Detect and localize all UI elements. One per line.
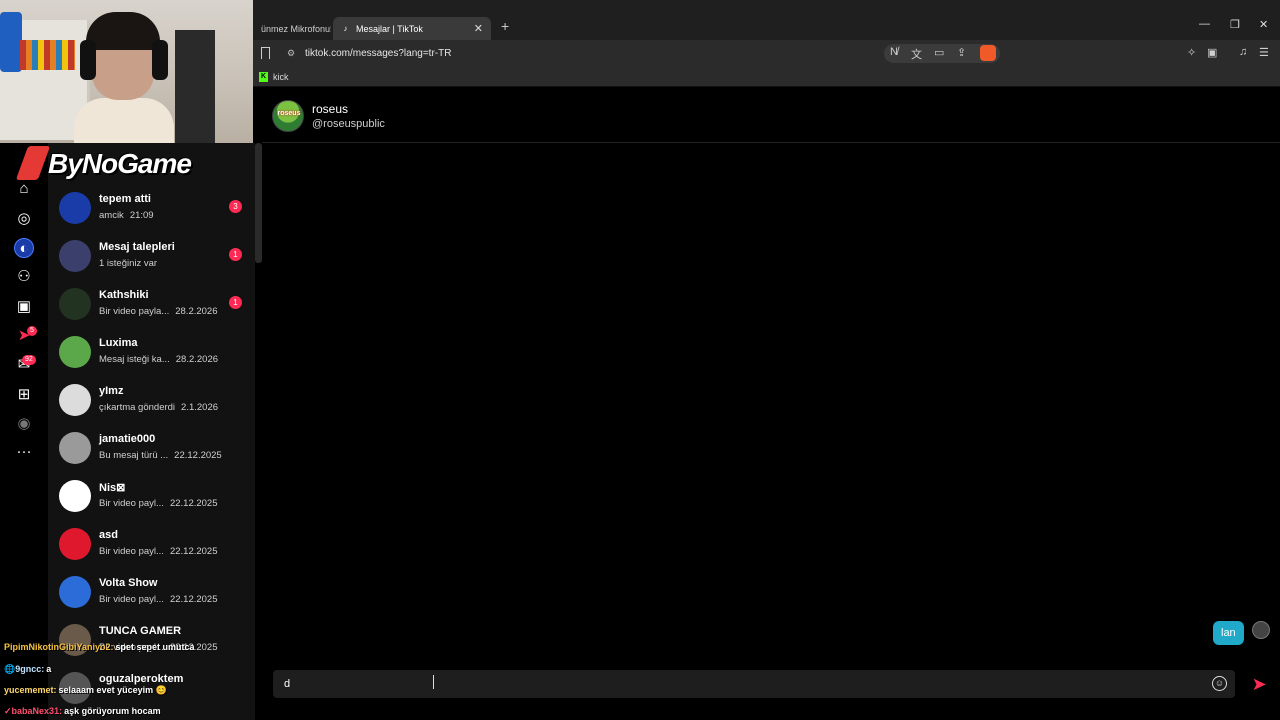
explore-icon[interactable]: ◎ <box>14 209 34 229</box>
url-field[interactable]: tiktok.com/messages?lang=tr-TR <box>305 48 451 59</box>
chat-line: 🌐9gncc: a <box>4 664 52 674</box>
chat-line: PipimNikotinGibiYaniyo2: spet sepet umutc… <box>4 642 195 652</box>
tab-active[interactable]: ♪ Mesajlar | TikTok ✕ <box>333 17 491 40</box>
bookmarks-bar: K kick <box>253 67 1280 87</box>
extensions-icon[interactable]: ✧ <box>1187 46 1196 59</box>
chat-line: yucememet: selaaam evet yüceyim 😊 <box>4 685 167 695</box>
avatar <box>59 480 91 512</box>
profile-avatar-icon[interactable]: ◐ <box>14 238 34 258</box>
profile-icon[interactable]: ◉ <box>14 414 34 434</box>
list-item[interactable]: jamatie000 Bu mesaj türü ... 22.12.2025 <box>48 426 255 474</box>
avatar <box>59 288 91 320</box>
emoji-icon[interactable]: ☺ <box>1212 676 1227 691</box>
restore-icon[interactable]: ❐ <box>1230 18 1240 31</box>
list-item[interactable]: Mesaj talepleri 1 isteğiniz var 1 <box>48 234 255 282</box>
tab-title: Mesajlar | TikTok <box>356 23 423 34</box>
text-cursor <box>433 675 434 689</box>
send-icon[interactable]: ➤ <box>1248 673 1270 695</box>
tab-strip: ünmez Mikrofonu! ♪ Mesajlar | TikTok ✕ +… <box>253 13 1280 40</box>
bookmark-icon[interactable] <box>261 47 270 59</box>
avatar[interactable]: roseus <box>272 100 304 132</box>
list-item[interactable]: tepem atti amcik 21:09 3 <box>48 186 255 234</box>
list-item[interactable]: asd Bir video payl... 22.12.2025 <box>48 522 255 570</box>
cast-icon[interactable]: ▭ <box>934 46 944 59</box>
wallet-icon[interactable]: ▣ <box>1207 46 1217 59</box>
upload-icon[interactable]: ⊞ <box>14 385 34 405</box>
list-item[interactable]: Nis⊠ Bir video payl... 22.12.2025 <box>48 474 255 522</box>
unread-badge: 3 <box>229 200 242 213</box>
titlebar <box>253 0 1280 13</box>
list-scrollbar[interactable] <box>255 143 262 263</box>
media-icon[interactable]: ♫ <box>1239 46 1247 58</box>
avatar <box>59 432 91 464</box>
conversation-handle: @roseuspublic <box>312 118 385 130</box>
conversation-name[interactable]: roseus <box>312 102 348 116</box>
inbox-badge: 92 <box>22 355 36 365</box>
activity-badge: 5 <box>27 326 37 336</box>
following-icon[interactable]: ⚇ <box>14 267 34 287</box>
avatar <box>59 576 91 608</box>
avatar <box>59 240 91 272</box>
more-icon[interactable]: ··· <box>14 442 34 462</box>
list-item[interactable]: Volta Show Bir video payl... 22.12.2025 <box>48 570 255 618</box>
avatar <box>1252 621 1270 639</box>
avatar <box>59 336 91 368</box>
close-icon[interactable]: ✕ <box>474 22 483 35</box>
address-bar: ⚙ tiktok.com/messages?lang=tr-TR N̸ 文 ▭ … <box>253 40 1280 67</box>
brave-shield-icon[interactable] <box>980 45 996 61</box>
conversation-header: roseus roseus @roseuspublic <box>262 88 1280 143</box>
share-icon[interactable]: ⇪ <box>957 46 966 59</box>
chat-line: ✓babaNex31: aşk görüyorum hocam <box>4 706 161 716</box>
message-input[interactable]: d ☺ <box>273 670 1235 698</box>
window-close-icon[interactable]: ✕ <box>1259 18 1268 31</box>
left-rail: ⌂ ◎ ◐ ⚇ ▣ ➤ 5 ✉ 92 ⊞ ◉ ··· <box>0 143 48 720</box>
conversation-pane: roseus roseus @roseuspublic lan d ☺ ➤ <box>262 88 1280 720</box>
message-bubble[interactable]: lan <box>1213 621 1244 645</box>
live-icon[interactable]: ▣ <box>14 297 34 317</box>
new-tab-button[interactable]: + <box>501 18 509 34</box>
webcam-overlay <box>0 0 253 143</box>
avatar <box>59 192 91 224</box>
minimize-icon[interactable]: — <box>1199 18 1210 30</box>
site-info-icon[interactable]: ⚙ <box>287 48 295 59</box>
tiktok-icon: ♪ <box>343 24 348 33</box>
translate-icon[interactable]: 文 <box>911 46 922 62</box>
list-item[interactable]: Luxima Mesaj isteği ka... 28.2.2026 <box>48 330 255 378</box>
menu-icon[interactable]: ☰ <box>1259 46 1269 59</box>
conversation-list: tepem atti amcik 21:09 3 Mesaj talepleri … <box>48 143 255 720</box>
mute-icon[interactable]: N̸ <box>890 46 898 58</box>
avatar <box>59 528 91 560</box>
unread-badge: 1 <box>229 248 242 261</box>
bookmark-kick[interactable]: kick <box>273 72 289 82</box>
list-item[interactable]: yImz çıkartma gönderdi 2.1.2026 <box>48 378 255 426</box>
screen: { "browser": { "tabs": [ {"title": "ünme… <box>0 0 1280 720</box>
stream-logo: ByNoGame <box>14 142 214 186</box>
avatar <box>59 384 91 416</box>
unread-badge: 1 <box>229 296 242 309</box>
list-item[interactable]: Kathshiki Bir video payla... 28.2.2026 1 <box>48 282 255 330</box>
tab-inactive[interactable]: ünmez Mikrofonu! <box>253 17 331 40</box>
kick-icon: K <box>259 72 268 82</box>
